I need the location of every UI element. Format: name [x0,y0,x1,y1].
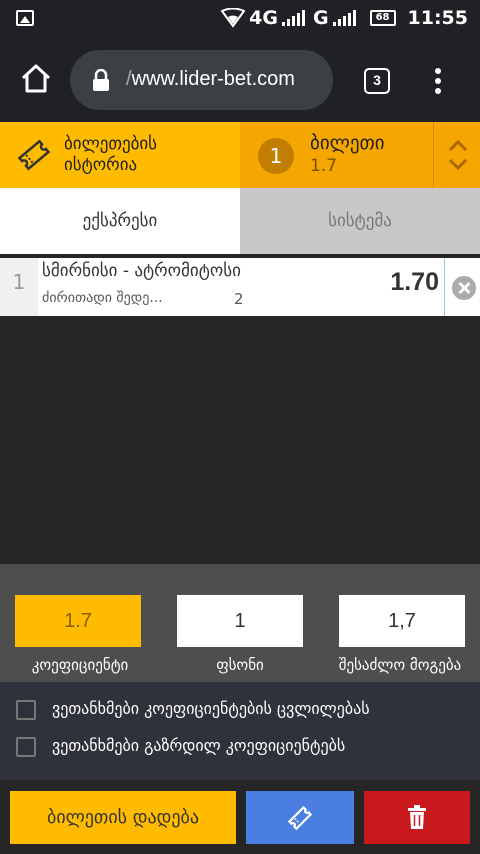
overflow-menu-icon[interactable] [430,68,446,96]
battery-indicator: 68 [369,10,396,26]
image-notification-icon [16,10,34,26]
accept-odds-changes-label[interactable]: ვეთანხმები კოეფიციენტების ცვლილებას [52,699,370,718]
save-ticket-button[interactable] [246,791,354,844]
status-icons: 4G G 68 11:55 [221,4,468,32]
collapse-toggle-button[interactable] [433,122,480,188]
ticket-history-label: ბილეთების ისტორია [64,134,158,175]
bet-type-tabs: ექსპრესი სისტემა [0,188,480,254]
ticket-history-button[interactable]: ბილეთების ისტორია [0,122,240,188]
address-bar[interactable]: /www.lider-bet.com [70,50,333,110]
browser-toolbar: /www.lider-bet.com 3 [0,36,480,122]
chevron-up-down-icon [448,139,468,171]
outcome: 2 [234,290,244,308]
stake-input[interactable]: 1 [177,595,303,647]
trash-icon [408,805,426,829]
url-text[interactable]: /www.lider-bet.com [126,68,295,91]
close-icon [452,276,476,300]
accept-odds-changes-checkbox[interactable] [16,700,36,720]
tab-system[interactable]: სისტემა [240,188,480,254]
slip-title: ბილეთი [310,132,385,154]
possible-win-field: 1,7 [339,595,465,647]
network-type-secondary: G [312,7,329,29]
event-name: სმირნისი - ატრომიტოსი [42,261,241,281]
bet-summary: 1.7 1 1,7 კოეფიციენტი ფსონი შესაძლო მოგე… [0,564,480,682]
clear-ticket-button[interactable] [364,791,470,844]
total-odds-field: 1.7 [15,595,141,647]
odds-label: კოეფიციენტი [31,656,129,674]
wifi-hotspot-icon [221,8,246,28]
market-name: ძირითადი შედე... [42,290,163,306]
signal-bars-icon [281,10,305,26]
place-bet-button[interactable]: ბილეთის დადება [10,791,236,844]
remove-selection-button[interactable] [444,258,480,316]
status-bar: 4G G 68 11:55 [0,0,480,36]
betslip-summary[interactable]: 1 ბილეთი 1.7 [240,122,433,188]
accept-increased-odds-checkbox[interactable] [16,737,36,757]
bet-options: ვეთანხმები კოეფიციენტების ცვლილებას ვეთა… [0,682,480,780]
network-type-primary: 4G [249,7,278,29]
bet-selection-row: 1 სმირნისი - ატრომიტოსი ძირითადი შედე...… [0,258,480,316]
lock-icon [93,69,109,91]
signal-bars-icon-2 [332,10,356,26]
stake-label: ფსონი [216,656,264,674]
accept-increased-odds-label[interactable]: ვეთანხმები გაზრდილ კოეფიციენტებს [52,736,345,755]
tab-express[interactable]: ექსპრესი [0,188,240,254]
ticket-icon [17,139,51,171]
home-icon[interactable] [20,63,52,95]
possible-win-label: შესაძლო მოგება [338,656,462,674]
bet-index: 1 [0,258,38,316]
action-bar: ბილეთის დადება [0,780,480,854]
slip-count-badge: 1 [258,138,294,174]
betslip-header: ბილეთების ისტორია 1 ბილეთი 1.7 [0,122,480,188]
tab-switcher-button[interactable]: 3 [364,68,390,94]
selection-odds: 1.70 [390,268,439,296]
slip-total-odds: 1.7 [310,156,338,176]
ticket-icon [287,805,313,831]
clock: 11:55 [407,7,468,29]
